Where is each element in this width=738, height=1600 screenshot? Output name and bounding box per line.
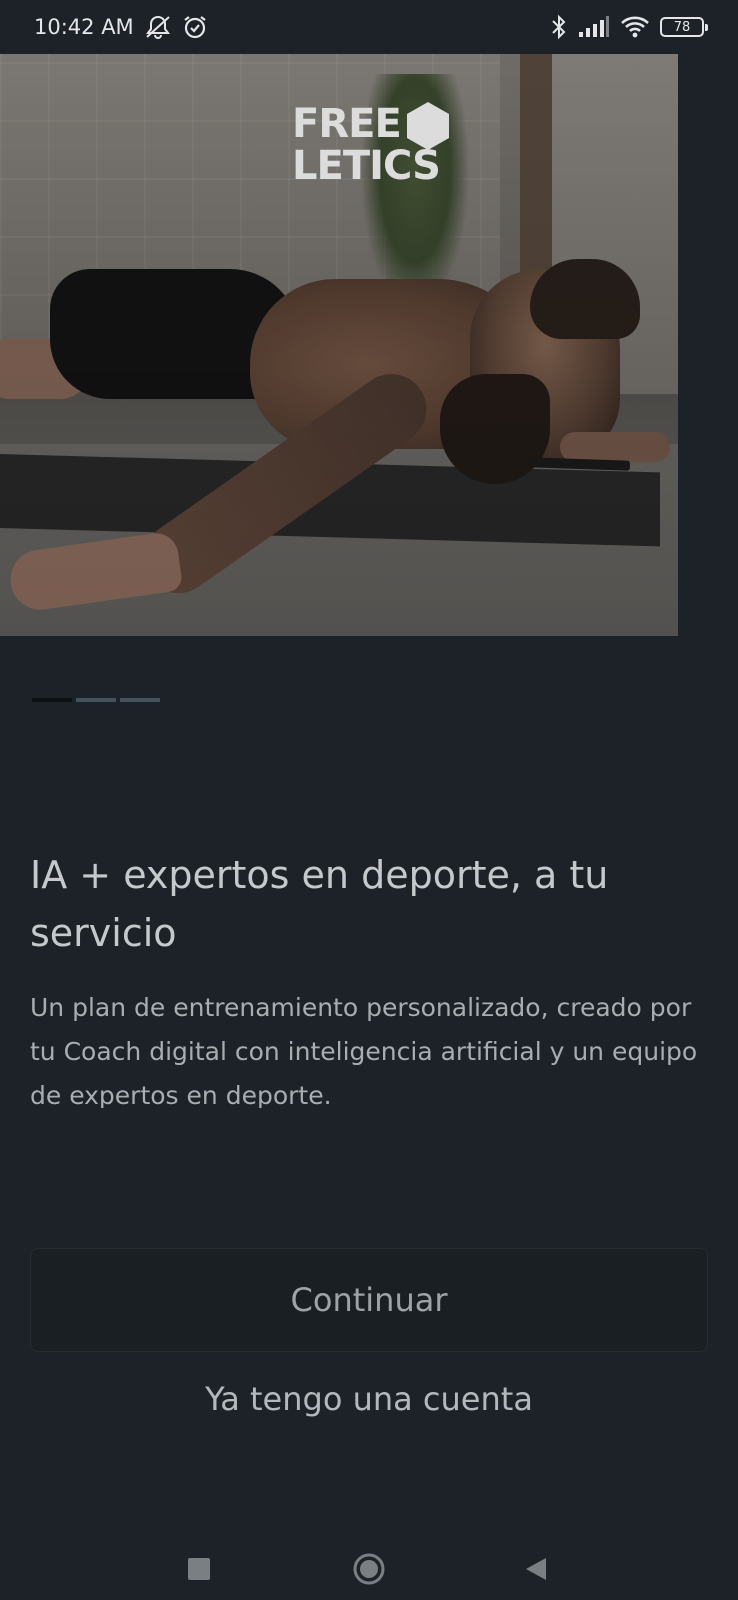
hero-image: FREE LETICS [0,54,678,636]
existing-account-link[interactable]: Ya tengo una cuenta [0,1380,738,1418]
status-left: 10:42 AM [34,14,208,40]
onboarding-description: Un plan de entrenamiento personalizado, … [30,993,698,1108]
page-indicator-dot-3 [120,698,160,702]
continue-button[interactable]: Continuar [30,1248,708,1352]
alarm-icon [182,14,208,40]
freeletics-logo: FREE LETICS [292,100,452,192]
status-right: 78 [550,14,708,40]
onboarding-headline: IA + expertos en deporte, a tu servicio [30,853,609,955]
status-bar: 10:42 AM 78 [0,0,738,54]
signal-icon [578,16,610,38]
back-triangle-icon[interactable] [524,1556,548,1582]
wifi-icon [620,15,650,39]
page-indicator [32,698,160,702]
logo-shape-icon [407,102,449,150]
status-time: 10:42 AM [34,15,134,39]
battery-icon: 78 [660,17,708,37]
battery-level: 78 [673,19,691,35]
mute-notifications-icon [144,14,172,40]
page-indicator-dot-2 [76,698,116,702]
home-circle-icon[interactable] [352,1552,386,1586]
recents-square-icon[interactable] [188,1558,210,1580]
bluetooth-icon [550,14,568,40]
logo-line-2: LETICS [292,143,441,189]
page-indicator-dot-1 [32,698,72,702]
system-navigation-bar [0,1530,738,1600]
logo-line-1: FREE [292,101,402,147]
